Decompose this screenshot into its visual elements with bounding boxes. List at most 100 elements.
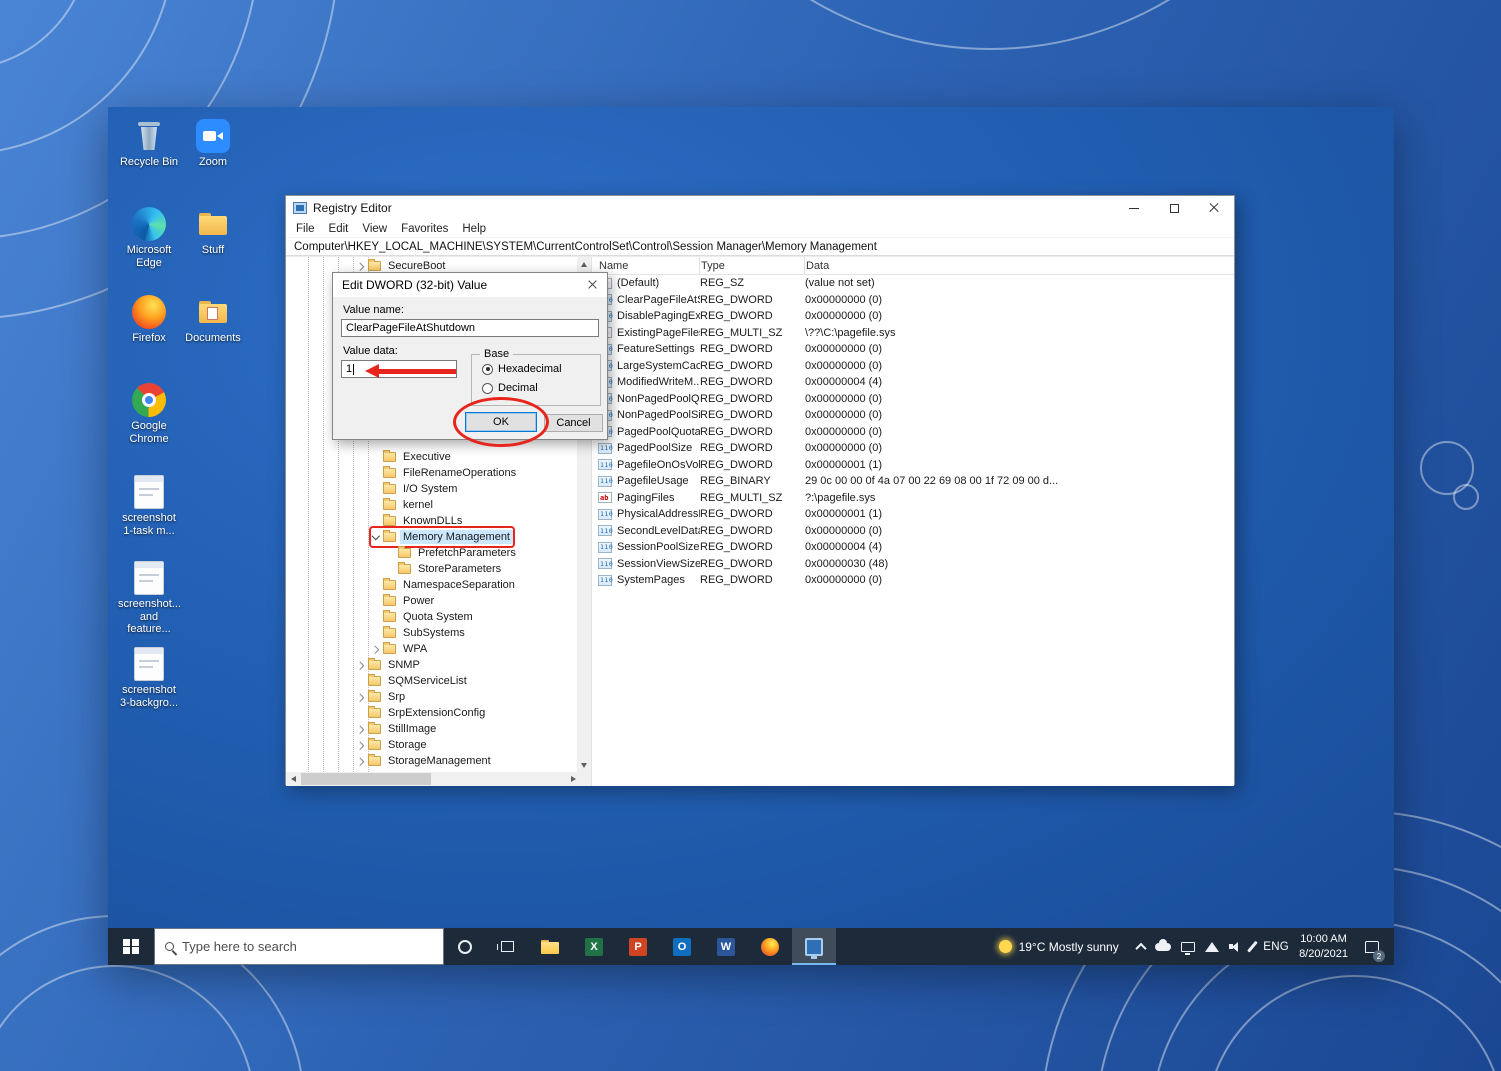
value-row-secondleveldata[interactable]: SecondLevelData...REG_DWORD0x00000000 (0… <box>592 523 1234 540</box>
search-input[interactable] <box>182 939 433 954</box>
task-view-button[interactable] <box>486 928 528 965</box>
value-row-modifiedwritem[interactable]: ModifiedWriteM...REG_DWORD0x00000004 (4) <box>592 374 1234 391</box>
start-button[interactable] <box>108 928 154 965</box>
ok-button[interactable]: OK <box>465 412 537 432</box>
tree-expand-arrow-icon[interactable] <box>356 724 366 734</box>
value-row-systempages[interactable]: SystemPagesREG_DWORD0x00000000 (0) <box>592 572 1234 589</box>
value-row-sessionpoolsize[interactable]: SessionPoolSizeREG_DWORD0x00000004 (4) <box>592 539 1234 556</box>
weather-widget[interactable]: 19°C Mostly sunny <box>991 940 1127 954</box>
value-row-featuresettings[interactable]: FeatureSettingsREG_DWORD0x00000000 (0) <box>592 341 1234 358</box>
tree-item-stillimage[interactable]: StillImage <box>286 721 577 737</box>
menu-favorites[interactable]: Favorites <box>394 223 455 235</box>
tree-item-namespaceseparation[interactable]: NamespaceSeparation <box>286 577 577 593</box>
taskbar-app-file-explorer[interactable] <box>528 928 572 965</box>
tree-expand-arrow-icon[interactable] <box>356 740 366 750</box>
column-header-data[interactable]: Data <box>805 257 1234 275</box>
action-center-button[interactable]: 2 <box>1358 928 1386 965</box>
desktop-icon-microsoft-edge[interactable]: Microsoft Edge <box>118 207 180 269</box>
tree-item-power[interactable]: Power <box>286 593 577 609</box>
desktop-icon-screenshot-3-backgro[interactable]: screenshot 3-backgro... <box>118 647 180 709</box>
tree-item-snmp[interactable]: SNMP <box>286 657 577 673</box>
tree-item-wpa[interactable]: WPA <box>286 641 577 657</box>
value-row-existingpagefiles[interactable]: ExistingPageFilesREG_MULTI_SZ\??\C:\page… <box>592 325 1234 342</box>
desktop-icon-screenshot-and-feature[interactable]: screenshot... and feature... <box>118 561 180 636</box>
tree-item-srp[interactable]: Srp <box>286 689 577 705</box>
value-row-physicaladdresse[interactable]: PhysicalAddressE...REG_DWORD0x00000001 (… <box>592 506 1234 523</box>
scroll-right-button[interactable] <box>563 772 577 786</box>
onedrive-cloud-icon[interactable] <box>1155 943 1171 951</box>
taskbar-app-firefox[interactable] <box>748 928 792 965</box>
tree-collapse-arrow-icon[interactable] <box>371 532 381 542</box>
dialog-titlebar[interactable]: Edit DWORD (32-bit) Value <box>333 273 607 297</box>
volume-icon[interactable] <box>1229 941 1241 953</box>
menu-edit[interactable]: Edit <box>322 223 356 235</box>
tree-item-prefetchparameters[interactable]: PrefetchParameters <box>286 545 577 561</box>
tree-expand-arrow-icon[interactable] <box>371 644 381 654</box>
menu-file[interactable]: File <box>289 223 322 235</box>
tree-item-executive[interactable]: Executive <box>286 449 577 465</box>
display-icon[interactable] <box>1181 942 1195 952</box>
tree-expand-arrow-icon[interactable] <box>356 692 366 702</box>
value-row-clearpagefileats[interactable]: ClearPageFileAtS...REG_DWORD0x00000000 (… <box>592 292 1234 309</box>
value-row-pagedpoolsize[interactable]: PagedPoolSizeREG_DWORD0x00000000 (0) <box>592 440 1234 457</box>
taskbar-app-word[interactable]: W <box>704 928 748 965</box>
tree-item-kernel[interactable]: kernel <box>286 497 577 513</box>
tree-item-sqmservicelist[interactable]: SQMServiceList <box>286 673 577 689</box>
window-titlebar[interactable]: Registry Editor <box>286 196 1234 220</box>
value-row-pagefileusage[interactable]: PagefileUsageREG_BINARY29 0c 00 00 0f 4a… <box>592 473 1234 490</box>
language-indicator[interactable]: ENG <box>1263 941 1289 953</box>
menu-help[interactable]: Help <box>455 223 493 235</box>
taskbar-app-excel[interactable]: X <box>572 928 616 965</box>
radio-button-icon[interactable] <box>482 364 493 375</box>
close-button[interactable] <box>1194 196 1234 220</box>
address-bar[interactable]: Computer\HKEY_LOCAL_MACHINE\SYSTEM\Curre… <box>286 238 1234 256</box>
column-header-name[interactable]: Name <box>598 257 700 275</box>
menu-view[interactable]: View <box>355 223 394 235</box>
value-data-field[interactable]: 1 <box>341 360 457 378</box>
value-row-disablepagingex[interactable]: DisablePagingEx...REG_DWORD0x00000000 (0… <box>592 308 1234 325</box>
taskbar-app-registry-editor[interactable] <box>792 928 836 965</box>
tree-expand-arrow-icon[interactable] <box>356 261 366 271</box>
cancel-button[interactable]: Cancel <box>544 414 603 432</box>
desktop-icon-firefox[interactable]: Firefox <box>118 295 180 345</box>
network-icon[interactable] <box>1205 942 1219 952</box>
desktop-icon-recycle-bin[interactable]: Recycle Bin <box>118 119 180 169</box>
maximize-button[interactable] <box>1154 196 1194 220</box>
desktop-icon-google-chrome[interactable]: Google Chrome <box>118 383 180 445</box>
tree-item-storagemanagement[interactable]: StorageManagement <box>286 753 577 769</box>
scroll-left-button[interactable] <box>286 772 300 786</box>
tree-item-memory-management[interactable]: Memory Management <box>286 529 577 545</box>
scroll-down-button[interactable] <box>577 758 591 772</box>
value-row-pagefileonosvol[interactable]: PagefileOnOsVol...REG_DWORD0x00000001 (1… <box>592 457 1234 474</box>
tree-item-filerenameoperations[interactable]: FileRenameOperations <box>286 465 577 481</box>
pen-icon[interactable] <box>1247 941 1257 953</box>
minimize-button[interactable] <box>1114 196 1154 220</box>
desktop-icon-documents[interactable]: Documents <box>182 295 244 345</box>
column-header-type[interactable]: Type <box>700 257 805 275</box>
value-row-pagingfiles[interactable]: PagingFilesREG_MULTI_SZ?:\pagefile.sys <box>592 490 1234 507</box>
value-row-nonpagedpoolq[interactable]: NonPagedPoolQ...REG_DWORD0x00000000 (0) <box>592 391 1234 408</box>
desktop-icon-screenshot-1-task-m[interactable]: screenshot 1-task m... <box>118 475 180 537</box>
desktop-icon-stuff[interactable]: Stuff <box>182 207 244 257</box>
radio-decimal[interactable]: Decimal <box>482 382 538 394</box>
value-row-sessionviewsize[interactable]: SessionViewSizeREG_DWORD0x00000030 (48) <box>592 556 1234 573</box>
value-row-default[interactable]: (Default)REG_SZ(value not set) <box>592 275 1234 292</box>
tree-item-knowndlls[interactable]: KnownDLLs <box>286 513 577 529</box>
tree-item-subsystems[interactable]: SubSystems <box>286 625 577 641</box>
tray-chevron-up-icon[interactable] <box>1135 942 1146 953</box>
desktop-icon-zoom[interactable]: Zoom <box>182 119 244 169</box>
tree-item-i-o-system[interactable]: I/O System <box>286 481 577 497</box>
tree-horizontal-scrollbar[interactable] <box>286 772 577 786</box>
taskbar-search[interactable] <box>154 928 444 965</box>
value-row-nonpagedpoolsi[interactable]: NonPagedPoolSi...REG_DWORD0x00000000 (0) <box>592 407 1234 424</box>
radio-button-icon[interactable] <box>482 383 493 394</box>
cortana-button[interactable] <box>444 928 486 965</box>
tree-expand-arrow-icon[interactable] <box>356 660 366 670</box>
scroll-up-button[interactable] <box>577 257 591 271</box>
taskbar-app-powerpoint[interactable]: P <box>616 928 660 965</box>
value-row-pagedpoolquota[interactable]: PagedPoolQuotaREG_DWORD0x00000000 (0) <box>592 424 1234 441</box>
clock[interactable]: 10:00 AM 8/20/2021 <box>1299 932 1348 961</box>
tree-expand-arrow-icon[interactable] <box>356 756 366 766</box>
tree-item-storage[interactable]: Storage <box>286 737 577 753</box>
radio-hexadecimal[interactable]: Hexadecimal <box>482 363 562 375</box>
